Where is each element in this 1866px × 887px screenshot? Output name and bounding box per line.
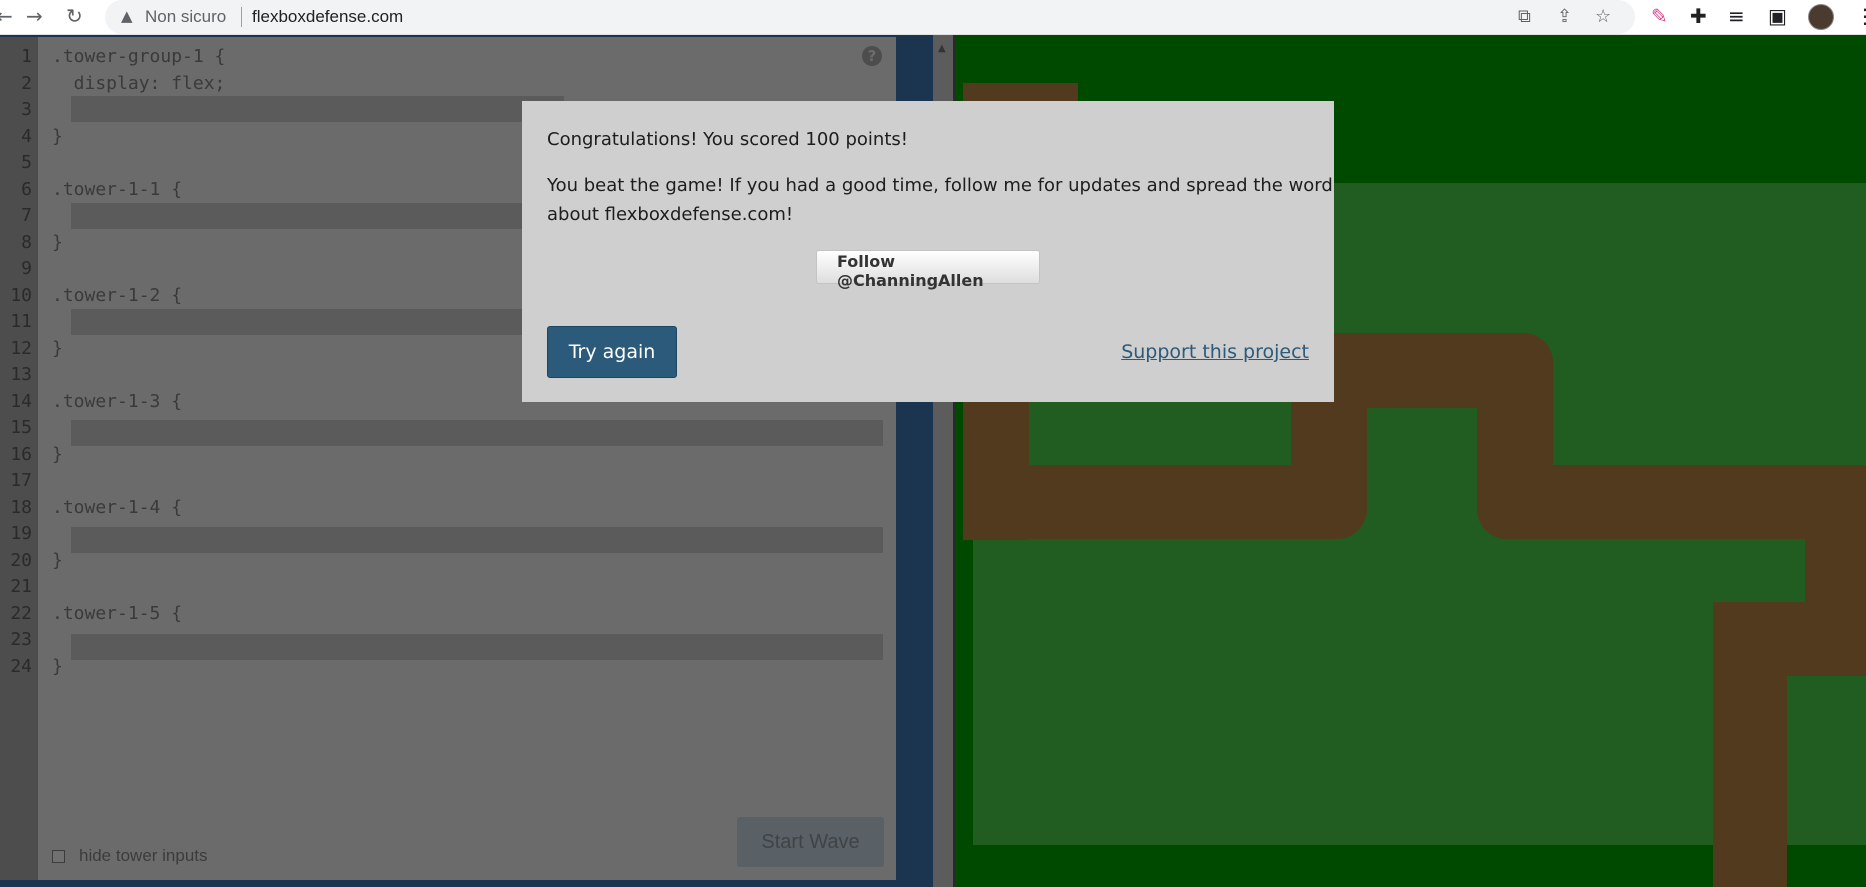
code-line: .tower-1-1 { xyxy=(52,179,183,200)
line-number: 18 xyxy=(10,497,32,518)
code-line: display: flex; xyxy=(52,73,226,94)
start-wave-button[interactable]: Start Wave xyxy=(737,817,884,867)
tower-1-3-input[interactable] xyxy=(71,420,883,446)
tower-1-2-input[interactable] xyxy=(71,309,564,335)
try-again-button[interactable]: Try again xyxy=(547,326,677,378)
line-number: 3 xyxy=(21,99,32,120)
line-number: 8 xyxy=(21,232,32,253)
help-icon[interactable]: ? xyxy=(862,46,882,66)
profile-avatar[interactable] xyxy=(1808,4,1834,30)
translate-icon[interactable]: ⧉ xyxy=(1518,6,1531,27)
address-separator xyxy=(241,7,242,27)
line-number: 2 xyxy=(21,73,32,94)
line-number: 20 xyxy=(10,550,32,571)
code-line: } xyxy=(52,656,63,677)
hide-inputs-checkbox[interactable] xyxy=(52,850,65,863)
tower-1-5-input[interactable] xyxy=(71,634,883,660)
beat-message-line-1: You beat the game! If you had a good tim… xyxy=(547,175,1333,196)
line-number: 12 xyxy=(10,338,32,359)
line-number: 7 xyxy=(21,205,32,226)
url-text[interactable]: flexboxdefense.com xyxy=(252,7,403,27)
line-number: 22 xyxy=(10,603,32,624)
line-number: 11 xyxy=(10,311,32,332)
tower-1-1-input[interactable] xyxy=(71,203,564,229)
reload-icon[interactable]: ↻ xyxy=(66,4,83,28)
side-panel-icon[interactable]: ▣ xyxy=(1768,4,1787,28)
code-line: .tower-group-1 { xyxy=(52,46,226,67)
line-number: 10 xyxy=(10,285,32,306)
back-icon[interactable]: ← xyxy=(0,4,13,28)
tower-1-4-input[interactable] xyxy=(71,527,883,553)
browser-toolbar: ← → ↻ ▲ Non sicuro flexboxdefense.com ⧉ … xyxy=(0,0,1866,35)
code-line: } xyxy=(52,338,63,359)
bookmark-star-icon[interactable]: ☆ xyxy=(1595,6,1611,27)
line-number: 6 xyxy=(21,179,32,200)
warning-icon: ▲ xyxy=(121,7,133,25)
extensions-puzzle-icon[interactable]: ✚ xyxy=(1690,4,1707,28)
follow-twitter-button[interactable]: Follow @ChanningAllen xyxy=(816,250,1040,290)
address-bar[interactable]: ▲ Non sicuro flexboxdefense.com ⧉ ⇪ ☆ xyxy=(105,0,1635,34)
code-line: } xyxy=(52,126,63,147)
code-line: .tower-1-4 { xyxy=(52,497,183,518)
security-label[interactable]: Non sicuro xyxy=(145,7,226,27)
line-number-gutter: 1 2 3 4 5 6 7 8 9 10 11 12 13 14 15 16 1… xyxy=(0,37,38,880)
pen-extension-icon[interactable]: ✎ xyxy=(1651,4,1668,28)
scroll-up-icon[interactable]: ▲ xyxy=(938,43,946,54)
media-queue-icon[interactable]: ≡ xyxy=(1728,4,1745,28)
line-number: 4 xyxy=(21,126,32,147)
menu-kebab-icon[interactable]: ⋮ xyxy=(1855,4,1866,28)
line-number: 19 xyxy=(10,523,32,544)
line-number: 24 xyxy=(10,656,32,677)
support-project-link[interactable]: Support this project xyxy=(1121,341,1309,363)
line-number: 13 xyxy=(10,364,32,385)
hide-inputs-label[interactable]: hide tower inputs xyxy=(79,846,208,866)
code-line: .tower-1-2 { xyxy=(52,285,183,306)
line-number: 21 xyxy=(10,576,32,597)
line-number: 17 xyxy=(10,470,32,491)
line-number: 1 xyxy=(21,46,32,67)
tower-group-input[interactable] xyxy=(71,96,564,122)
enemy-path xyxy=(1713,602,1787,887)
share-icon[interactable]: ⇪ xyxy=(1557,6,1572,27)
line-number: 16 xyxy=(10,444,32,465)
code-line: .tower-1-3 { xyxy=(52,391,183,412)
line-number: 15 xyxy=(10,417,32,438)
code-line: } xyxy=(52,550,63,571)
code-line: } xyxy=(52,232,63,253)
line-number: 14 xyxy=(10,391,32,412)
code-line: .tower-1-5 { xyxy=(52,603,183,624)
line-number: 9 xyxy=(21,258,32,279)
forward-icon[interactable]: → xyxy=(26,4,43,28)
beat-message-line-2: about flexboxdefense.com! xyxy=(547,204,794,225)
score-message: Congratulations! You scored 100 points! xyxy=(547,129,908,150)
enemy-path xyxy=(963,465,1343,539)
line-number: 5 xyxy=(21,152,32,173)
line-number: 23 xyxy=(10,629,32,650)
victory-modal: Congratulations! You scored 100 points! … xyxy=(522,101,1334,402)
code-line: } xyxy=(52,444,63,465)
